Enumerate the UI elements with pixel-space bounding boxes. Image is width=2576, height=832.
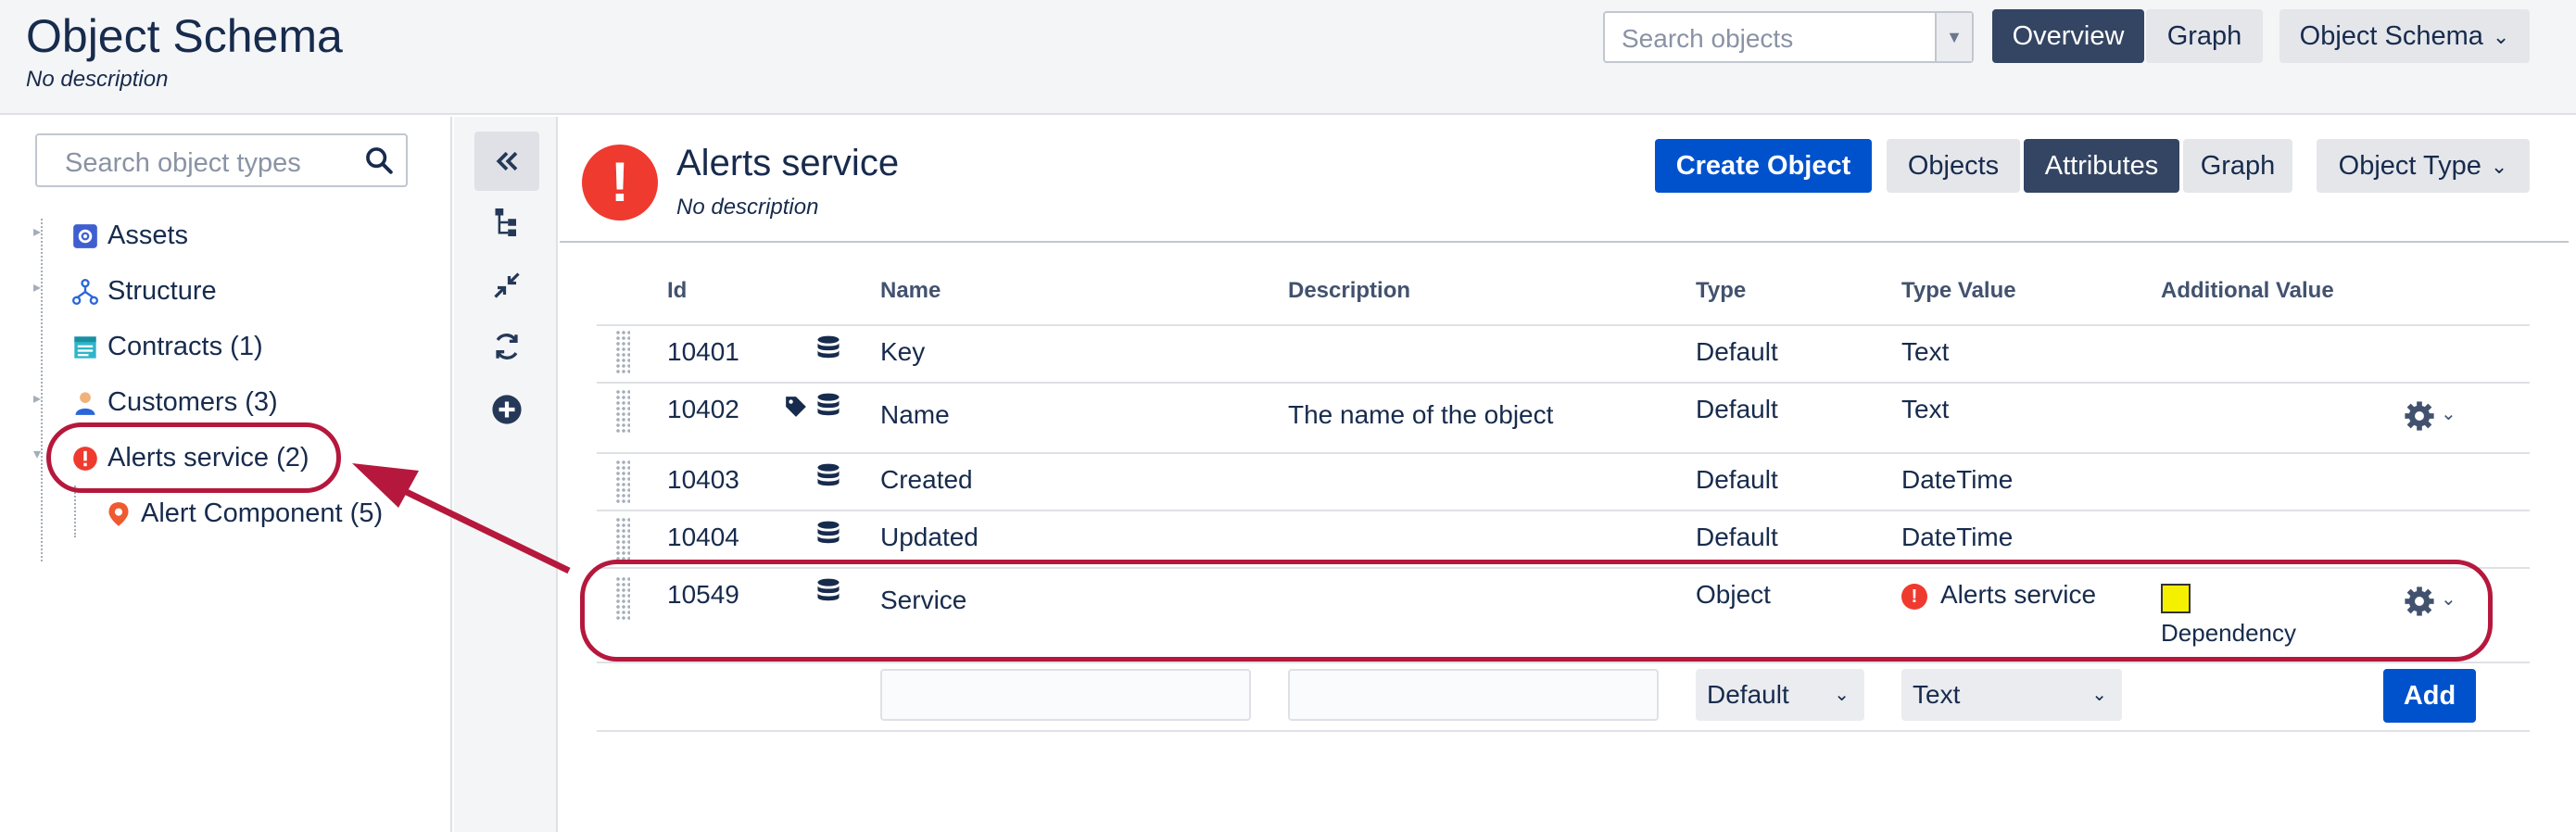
- annotation-arrow: [352, 463, 571, 574]
